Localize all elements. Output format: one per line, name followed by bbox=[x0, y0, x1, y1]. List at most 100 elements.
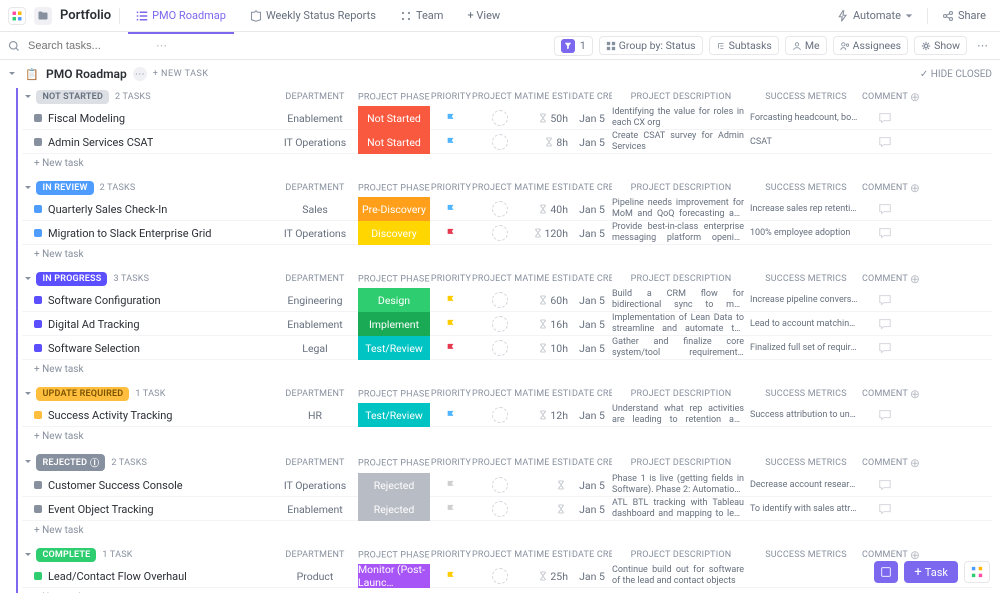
metrics-cell[interactable]: Finalized full set of requirements for V… bbox=[750, 343, 862, 353]
column-header[interactable]: PROJECT DESCRIPTION bbox=[612, 92, 750, 102]
priority-flag-icon[interactable] bbox=[446, 295, 456, 305]
comments-cell[interactable] bbox=[862, 135, 908, 149]
comments-cell[interactable] bbox=[862, 502, 908, 516]
description-cell[interactable]: Phase 1 is live (getting fields in Softw… bbox=[612, 474, 750, 496]
group-caret-icon[interactable] bbox=[22, 456, 34, 468]
description-cell[interactable]: Understand what rep activities are leadi… bbox=[612, 404, 750, 426]
department-cell[interactable]: IT Operations bbox=[272, 479, 358, 492]
status-pill[interactable]: REJECTED ⓘ bbox=[36, 454, 105, 471]
add-column-icon[interactable]: ⊕ bbox=[908, 272, 922, 286]
estimate-cell[interactable]: 10h bbox=[528, 342, 572, 355]
add-view[interactable]: + View bbox=[459, 5, 508, 26]
metrics-cell[interactable]: To identify with sales attribution varia… bbox=[750, 504, 862, 514]
new-task-row[interactable]: + New task bbox=[22, 588, 992, 593]
group-caret-icon[interactable] bbox=[22, 388, 34, 400]
estimate-cell[interactable]: 8h bbox=[528, 136, 572, 149]
group-caret-icon[interactable] bbox=[22, 182, 34, 194]
department-cell[interactable]: Engineering bbox=[272, 294, 358, 307]
column-header[interactable]: PROJECT PHASE+ bbox=[358, 182, 430, 194]
column-header[interactable]: SUCCESS METRICS bbox=[750, 274, 862, 284]
add-column-icon[interactable]: ⊕ bbox=[908, 548, 922, 562]
status-dot-icon[interactable] bbox=[34, 572, 42, 580]
priority-cell[interactable] bbox=[430, 137, 472, 147]
add-column-icon[interactable]: ⊕ bbox=[908, 181, 922, 195]
department-cell[interactable]: IT Operations bbox=[272, 227, 358, 240]
column-header[interactable]: SUCCESS METRICS bbox=[750, 92, 862, 102]
column-header[interactable]: DEPARTMENT bbox=[272, 274, 358, 284]
column-header[interactable]: DEPARTMENT bbox=[272, 389, 358, 399]
task-row[interactable]: Migration to Slack Enterprise GridIT Ope… bbox=[22, 221, 992, 245]
task-name[interactable]: Lead/Contact Flow Overhaul bbox=[48, 570, 187, 583]
column-header[interactable]: PROJECT DESCRIPTION bbox=[612, 183, 750, 193]
column-header[interactable]: COMMENTS bbox=[862, 92, 908, 102]
column-header[interactable]: PRIORITY bbox=[430, 458, 472, 468]
add-column-icon[interactable]: ⊕ bbox=[908, 387, 922, 401]
comment-icon[interactable] bbox=[878, 226, 892, 240]
metrics-cell[interactable]: Forcasting headcount, bottom line, CAC, … bbox=[750, 113, 862, 123]
task-row[interactable]: Admin Services CSAT IT OperationsNot Star… bbox=[22, 130, 992, 154]
task-name[interactable]: Admin Services CSAT bbox=[48, 136, 153, 149]
description-cell[interactable]: Identifying the value for roles in each … bbox=[612, 107, 750, 129]
priority-cell[interactable] bbox=[430, 113, 472, 123]
phase-cell[interactable]: Not Started bbox=[358, 130, 430, 154]
column-header[interactable]: DATE CREATED bbox=[572, 550, 612, 560]
search-icon[interactable] bbox=[8, 40, 20, 52]
metrics-cell[interactable]: Lead to account matching and handling of… bbox=[750, 319, 862, 329]
column-header[interactable]: DEPARTMENT bbox=[272, 92, 358, 102]
estimate-cell[interactable]: 12h bbox=[528, 409, 572, 422]
priority-flag-icon[interactable] bbox=[446, 228, 456, 238]
pm-cell[interactable] bbox=[472, 564, 528, 588]
folder-name[interactable]: Portfolio bbox=[60, 8, 111, 23]
column-header[interactable]: PROJECT PHASE+ bbox=[358, 91, 430, 103]
comments-cell[interactable] bbox=[862, 202, 908, 216]
column-header[interactable]: SUCCESS METRICS bbox=[750, 389, 862, 399]
status-dot-icon[interactable] bbox=[34, 138, 42, 146]
task-name[interactable]: Success Activity Tracking bbox=[48, 409, 172, 422]
priority-flag-icon[interactable] bbox=[446, 504, 456, 514]
group-caret-icon[interactable] bbox=[22, 273, 34, 285]
comment-icon[interactable] bbox=[878, 502, 892, 516]
comments-cell[interactable] bbox=[862, 478, 908, 492]
task-row[interactable]: Fiscal ModelingEnablementNot Started50hJ… bbox=[22, 106, 992, 130]
estimate-cell[interactable]: 25h bbox=[528, 570, 572, 583]
status-pill[interactable]: IN REVIEW bbox=[36, 181, 93, 195]
department-cell[interactable]: IT Operations bbox=[272, 136, 358, 149]
metrics-cell[interactable]: Increase sales rep retention rates QoQ a… bbox=[750, 204, 862, 214]
comment-icon[interactable] bbox=[878, 293, 892, 307]
priority-cell[interactable] bbox=[430, 480, 472, 490]
column-header[interactable]: COMMENTS bbox=[862, 389, 908, 399]
metrics-cell[interactable]: 100% employee adoption bbox=[750, 228, 862, 238]
metrics-cell[interactable]: CSAT bbox=[750, 137, 862, 147]
status-pill[interactable]: COMPLETE bbox=[36, 548, 96, 562]
phase-cell[interactable]: Test/Review bbox=[358, 336, 430, 360]
column-header[interactable]: TIME ESTIMATE bbox=[528, 550, 572, 560]
comments-cell[interactable] bbox=[862, 317, 908, 331]
column-header[interactable]: PROJECT DESCRIPTION bbox=[612, 274, 750, 284]
search-input[interactable] bbox=[28, 40, 148, 52]
tab-pmo-roadmap[interactable]: PMO Roadmap bbox=[128, 5, 234, 26]
column-header[interactable]: PROJECT DESCRIPTION bbox=[612, 550, 750, 560]
comment-icon[interactable] bbox=[878, 202, 892, 216]
me-filter[interactable]: Me bbox=[785, 36, 827, 55]
column-header[interactable]: DATE CREATED bbox=[572, 183, 612, 193]
comments-cell[interactable] bbox=[862, 408, 908, 422]
group-caret-icon[interactable] bbox=[22, 549, 34, 561]
notepad-fab[interactable] bbox=[874, 561, 898, 583]
description-cell[interactable]: ATL BTL tracking with Tableau dashboard … bbox=[612, 498, 750, 520]
priority-cell[interactable] bbox=[430, 504, 472, 514]
column-header[interactable]: TIME ESTIMATE bbox=[528, 274, 572, 284]
new-task-fab[interactable]: +Task bbox=[904, 561, 958, 583]
priority-flag-icon[interactable] bbox=[446, 113, 456, 123]
column-header[interactable]: DEPARTMENT bbox=[272, 550, 358, 560]
column-header[interactable]: DEPARTMENT bbox=[272, 458, 358, 468]
subtasks-toggle[interactable]: Subtasks bbox=[709, 36, 779, 55]
pm-cell[interactable] bbox=[472, 497, 528, 521]
pm-cell[interactable] bbox=[472, 221, 528, 245]
column-header[interactable]: DEPARTMENT bbox=[272, 183, 358, 193]
comment-icon[interactable] bbox=[878, 111, 892, 125]
collapse-caret-icon[interactable] bbox=[6, 68, 18, 80]
column-header[interactable]: PROJECT MANAGER bbox=[472, 458, 528, 468]
new-task-row[interactable]: + New task bbox=[22, 521, 992, 540]
phase-cell[interactable]: Discovery bbox=[358, 221, 430, 245]
comments-cell[interactable] bbox=[862, 226, 908, 240]
